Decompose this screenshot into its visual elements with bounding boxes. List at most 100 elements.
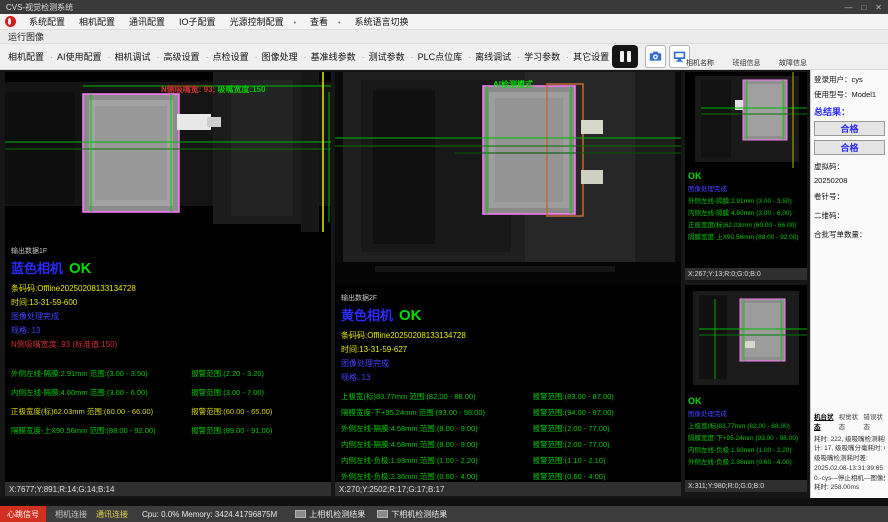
- tab-run-image[interactable]: 运行图像: [8, 30, 44, 43]
- left-process-status: 图像处理完成: [11, 311, 327, 322]
- tab-machine-status[interactable]: 机台状态: [814, 411, 836, 431]
- alarm-range-text: 报警范围:(60.00 - 65.00): [191, 406, 327, 417]
- monitor-icon: [673, 50, 686, 63]
- lower-preview-line: 上极宽(标)83.77mm (82.00 - 88.00): [688, 420, 804, 430]
- toolbar-item-camera-config[interactable]: 相机配置: [6, 50, 55, 63]
- upper-preview-coordinates: X:267;Y:13;R:0;G:0;B:0: [685, 268, 807, 280]
- alarm-range-text: 报警范围:(83.00 - 87.00): [533, 391, 677, 402]
- toolbar-item-plc-points[interactable]: PLC点位库: [416, 50, 474, 63]
- left-result-tag: 输出数据1F: [11, 246, 327, 256]
- left-camera-scene: [5, 72, 331, 232]
- aux-tab-fault-info[interactable]: 故障信息: [779, 58, 807, 68]
- lower-preview-image[interactable]: [685, 285, 807, 393]
- measurement-text: 内侧左线-负极:1.93mm 范围:(1.00 - 2.20): [341, 455, 533, 466]
- menu-item-system-config[interactable]: 系统配置: [22, 15, 72, 28]
- pause-icon: [620, 51, 624, 62]
- right-time: 时间:13-31-59-627: [341, 344, 677, 355]
- close-button[interactable]: ✕: [875, 3, 882, 12]
- toolbar-item-baseline-params[interactable]: 基准线参数: [309, 50, 367, 63]
- toolbar-item-camera-debug[interactable]: 相机调试: [113, 50, 162, 63]
- total-result-label: 总结果：: [814, 105, 885, 118]
- toolbar-item-spot-check[interactable]: 点检设置: [211, 50, 260, 63]
- toolbar-item-test-params[interactable]: 测试参数: [367, 50, 416, 63]
- alarm-range-text: 报警范围:(2.20 - 3.20): [191, 368, 327, 379]
- left-grade: 规格: 13: [11, 325, 327, 336]
- upper-camera-result-indicator: 上相机检测结果: [295, 509, 365, 520]
- stat-line: 计: 17, 级吸嘴分毫耗时: 0,: [814, 444, 885, 454]
- right-status-ok: OK: [399, 307, 422, 324]
- right-pixel-coordinates: X:270;Y:2502;R:17;G:17;B:17: [335, 482, 681, 496]
- menu-item-io-config[interactable]: IO子配置: [172, 15, 223, 28]
- measurement-text: 外侧左线-负极:2.36mm 范围:(0.60 - 4.00): [341, 471, 533, 482]
- heartbeat-status-badge: 心跳信号: [0, 506, 46, 522]
- left-result-area: 输出数据1F 蓝色相机 OK 条码码:Offline20250208133134…: [5, 232, 331, 482]
- right-result-title: 黄色相机 OK: [341, 305, 677, 324]
- cpu-memory-readout: Cpu: 0.0% Memory: 3424.41796875M: [142, 510, 277, 519]
- menu-item-light-config[interactable]: 光源控制配置: [223, 15, 303, 28]
- left-camera-image[interactable]: N侧吸嘴宽: 93; 吸嘴宽度:150: [5, 72, 331, 232]
- upper-preview-line: 外侧左线-隔膜:2.91mm (3.00 - 3.50): [688, 195, 804, 205]
- toolbar-item-other-settings[interactable]: 其它设置: [571, 50, 617, 63]
- menu-item-comm-config[interactable]: 通讯配置: [122, 15, 172, 28]
- right-overlay-ai-mode: AI检测模式: [493, 79, 533, 90]
- left-measurement-list: 外侧左线-隔膜:2.91mm 范围:(3.00 - 3.50) 报警范围:(2.…: [9, 368, 327, 436]
- minimize-button[interactable]: —: [844, 3, 852, 12]
- upper-total-result-badge: 合格: [814, 121, 885, 136]
- lower-preview-line: 隔膜宽度-下+95.24mm (93.00 - 98.00): [688, 432, 804, 442]
- measurement-text: 隔膜宽度-上X90.56mm 范围:(88.00 - 92.00): [11, 425, 191, 436]
- alarm-range-text: 报警范围:(89.00 - 91.00): [191, 425, 327, 436]
- toolbar-item-learning-params[interactable]: 学习参数: [522, 50, 571, 63]
- main-area: N侧吸嘴宽: 93; 吸嘴宽度:150 输出数据1F 蓝色相机 OK 条码码:O…: [0, 70, 888, 498]
- tab-row: 运行图像: [0, 30, 888, 44]
- upper-preview-scene: [685, 72, 807, 168]
- measurement-row: 内侧左线-负极:1.93mm 范围:(1.00 - 2.20) 报警范围:(1.…: [341, 455, 677, 466]
- upper-preview-image[interactable]: [685, 72, 807, 168]
- lower-total-result-badge: 合格: [814, 140, 885, 155]
- alarm-range-text: 报警范围:(0.60 - 4.00): [533, 471, 677, 482]
- upper-camera-preview: OK 图像处理完成 外侧左线-隔膜:2.91mm (3.00 - 3.50) 内…: [685, 72, 807, 280]
- pause-button[interactable]: [612, 45, 638, 68]
- stat-line: 0.-cys—停止相机—图像处理: [814, 474, 885, 484]
- measurement-row: 上极宽(标)83.77mm 范围:(82.00 - 88.00) 报警范围:(8…: [341, 391, 677, 402]
- lower-preview-line: 外侧左线-负极:2.36mm (0.60 - 4.00): [688, 456, 804, 466]
- toolbar-item-image-process[interactable]: 图像处理: [260, 50, 309, 63]
- measurement-text: 正极宽度(标)62.03mm 范围:(60.00 - 66.00): [11, 406, 191, 417]
- upper-preview-ok: OK: [688, 171, 804, 181]
- lower-camera-preview: OK 图像处理完成 上极宽(标)83.77mm (82.00 - 88.00) …: [685, 285, 807, 492]
- toolbar-item-ai-config[interactable]: AI使用配置: [55, 50, 113, 63]
- tab-vision-status[interactable]: 视觉状态: [839, 411, 861, 431]
- lower-camera-result-label: 下相机检测结果: [391, 509, 447, 520]
- login-user-value: cys: [852, 75, 863, 84]
- aux-tab-shift-info[interactable]: 班组信息: [733, 58, 761, 68]
- tab-error-status[interactable]: 错误状态: [863, 411, 885, 431]
- camera-link-status: 相机连接: [55, 509, 87, 520]
- upper-camera-result-label: 上相机检测结果: [309, 509, 365, 520]
- menu-item-camera-config[interactable]: 相机配置: [72, 15, 122, 28]
- info-panel: 登录用户：cys 使用型号：Model1 总结果： 合格 合格 虚拟码： 202…: [810, 70, 888, 498]
- upper-camera-thumb-icon: [295, 510, 306, 518]
- maximize-button[interactable]: □: [861, 3, 866, 12]
- alarm-range-text: 报警范围:(3.00 - 7.00): [191, 387, 327, 398]
- alarm-range-text: 报警范围:(1.10 - 2.10): [533, 455, 677, 466]
- left-camera-name: 蓝色相机: [11, 258, 63, 277]
- right-camera-view: AI检测模式 输出数据2F 黄色相机 OK 条码码:Offline2025020…: [335, 72, 681, 496]
- right-camera-image[interactable]: AI检测模式: [335, 72, 681, 285]
- upper-preview-result: OK 图像处理完成 外侧左线-隔膜:2.91mm (3.00 - 3.50) 内…: [685, 168, 807, 241]
- model-label: 使用型号：: [814, 90, 852, 99]
- lower-preview-result: OK 图像处理完成 上极宽(标)83.77mm (82.00 - 88.00) …: [685, 393, 807, 466]
- window-titlebar: CVS-视觉检测系统 — □ ✕: [0, 0, 888, 14]
- aux-tab-camera-name[interactable]: 相机名称: [686, 58, 714, 68]
- toolbar-item-offline-debug[interactable]: 离线调试: [473, 50, 522, 63]
- virtual-code-label: 虚拟码：: [814, 162, 844, 171]
- measurement-row: 外侧左线-负极:2.36mm 范围:(0.60 - 4.00) 报警范围:(0.…: [341, 471, 677, 482]
- camera-icon: [649, 50, 662, 63]
- toolbar-item-advanced-settings[interactable]: 高级设置: [162, 50, 211, 63]
- upper-preview-line: 正极宽度(标)62.03mm (60.00 - 66.00): [688, 219, 804, 229]
- measurement-text: 外侧左线-隔膜:4.58mm 范围:(8.00 - 9.00): [341, 423, 533, 434]
- measurement-row: 外侧左线-隔膜:4.58mm 范围:(8.00 - 9.00) 报警范围:(2.…: [341, 423, 677, 434]
- camera-snapshot-button[interactable]: [645, 45, 666, 68]
- menu-item-language-switch[interactable]: 系统语言切换: [348, 15, 416, 28]
- measurement-row: 外侧左线-隔膜:2.91mm 范围:(3.00 - 3.50) 报警范围:(2.…: [11, 368, 327, 379]
- stat-line: 耗时: 222, 级吸嘴检测耗时:: [814, 435, 885, 445]
- menu-item-view[interactable]: 查看: [303, 15, 347, 28]
